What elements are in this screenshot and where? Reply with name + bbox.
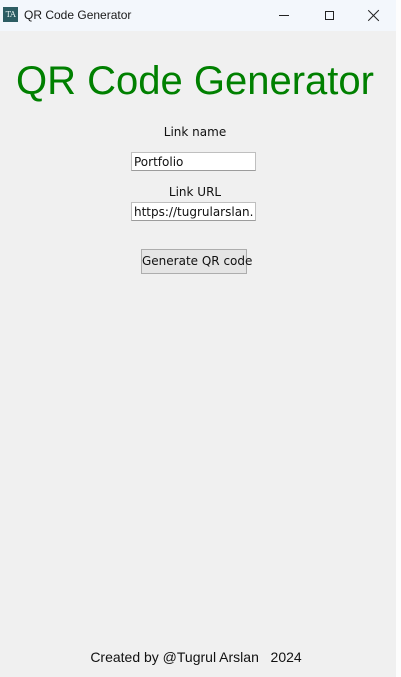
maximize-icon (324, 10, 334, 20)
link-name-field[interactable] (131, 152, 256, 171)
app-icon: TA (3, 7, 18, 22)
minimize-icon (279, 14, 289, 16)
link-name-label: Link name (163, 125, 227, 139)
close-icon (368, 9, 380, 21)
link-url-label: Link URL (168, 185, 222, 199)
title-bar[interactable]: TA QR Code Generator (0, 0, 396, 31)
generate-qr-button[interactable]: Generate QR code (141, 249, 252, 274)
background-edge (396, 0, 401, 677)
window-title: QR Code Generator (24, 8, 132, 22)
footer-credit: Created by @Tugrul Arslan 2024 (90, 649, 302, 665)
app-window: TA QR Code Generator QR Code Generator L… (0, 0, 396, 677)
page-title: QR Code Generator (16, 59, 374, 103)
minimize-button[interactable] (261, 0, 307, 30)
maximize-button[interactable] (306, 0, 352, 30)
link-url-field[interactable] (131, 202, 256, 221)
close-button[interactable] (351, 0, 396, 30)
